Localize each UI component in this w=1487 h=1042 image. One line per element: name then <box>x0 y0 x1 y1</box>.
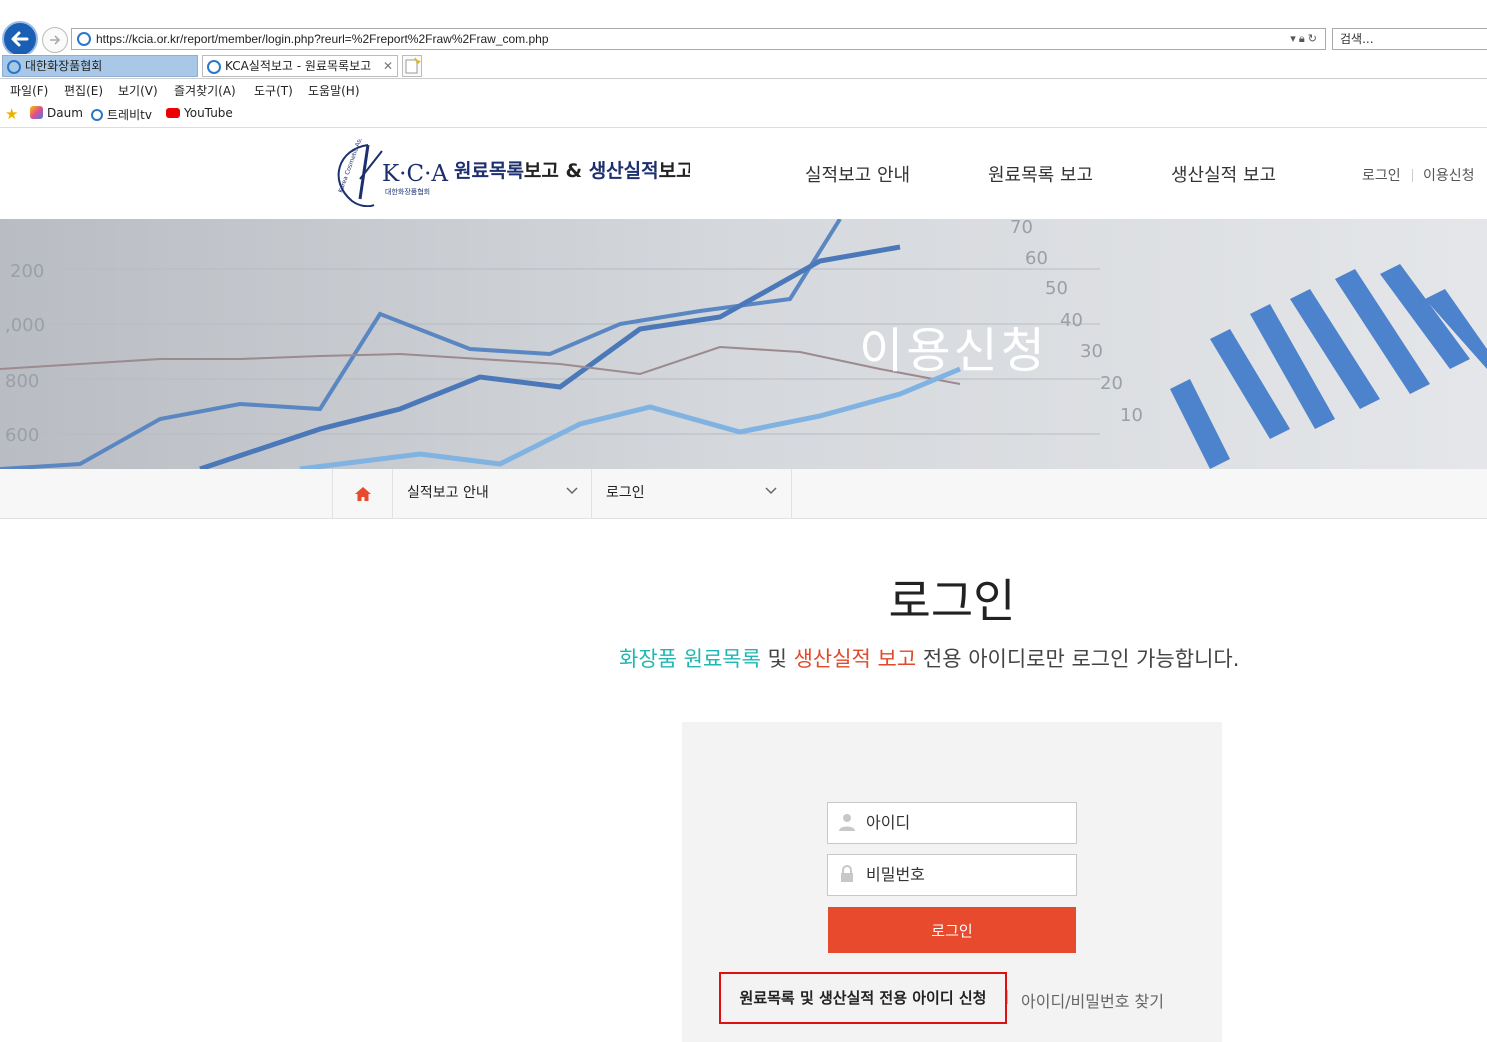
ie-icon <box>91 109 103 121</box>
fav-trebitv[interactable]: 트레비tv <box>91 106 152 123</box>
ie-icon <box>7 60 21 74</box>
logo-title-4: 보고 <box>659 160 690 182</box>
tab-kca-report[interactable]: KCA실적보고 - 원료목록보고 ✕ <box>202 55 398 77</box>
menu-help[interactable]: 도움말(H) <box>308 82 360 99</box>
gnb-production-report[interactable]: 생산실적 보고 <box>1171 161 1276 187</box>
chevron-down-icon <box>765 487 777 495</box>
dropdown-icon[interactable]: ▾ <box>1290 33 1296 45</box>
util-login-link[interactable]: 로그인 <box>1362 165 1401 185</box>
menu-bar: 파일(F) 편집(E) 보기(V) 즐겨찾기(A) 도구(T) 도움말(H) <box>0 79 1487 101</box>
link-divider <box>1007 990 1008 1004</box>
login-button[interactable]: 로그인 <box>828 907 1076 953</box>
util-signup-link[interactable]: 이용신청 <box>1423 165 1475 185</box>
logo-title-2: 보고 & <box>524 160 589 182</box>
notice-highlight-production: 생산실적 보고 <box>793 647 917 671</box>
notice-text: 전용 아이디로만 로그인 가능합니다. <box>916 647 1240 671</box>
tab-strip: 대한화장품협회 KCA실적보고 - 원료목록보고 ✕ <box>0 54 1487 79</box>
password-input[interactable] <box>866 865 1066 884</box>
fav-label: 트레비tv <box>107 108 152 122</box>
breadcrumb-level2-label: 로그인 <box>606 485 645 501</box>
site-header: Korea Cosmetic Association K·C·A 대한화장품협회… <box>0 113 1487 219</box>
favorites-bar: ★ Daum 트레비tv YouTube <box>0 102 1487 128</box>
notice-highlight-raw: 화장품 원료목록 <box>619 647 761 671</box>
find-id-password-link[interactable]: 아이디/비밀번호 찾기 <box>1021 988 1164 1012</box>
signup-link[interactable]: 원료목록 및 생산실적 전용 아이디 신청 <box>719 972 1007 1024</box>
notice-text: 및 <box>760 647 794 671</box>
breadcrumb-level1-label: 실적보고 안내 <box>407 485 489 501</box>
user-icon <box>839 814 855 831</box>
refresh-icon[interactable]: ↻ <box>1308 33 1317 45</box>
svg-text:600: 600 <box>5 425 39 446</box>
arrow-right-icon <box>50 35 61 45</box>
id-input[interactable] <box>866 813 1066 832</box>
lock-icon <box>841 865 853 882</box>
login-notice: 화장품 원료목록 및 생산실적 보고 전용 아이디로만 로그인 가능합니다. <box>619 643 1239 673</box>
svg-text:200: 200 <box>10 261 44 282</box>
hero-title: 이용신청 <box>859 323 1048 379</box>
menu-edit[interactable]: 편집(E) <box>64 82 103 99</box>
page-title: 로그인 <box>888 574 1016 628</box>
lock-icon: 🔒︎ <box>1298 33 1305 45</box>
menu-favorites[interactable]: 즐겨찾기(A) <box>174 82 236 99</box>
daum-icon <box>30 106 43 119</box>
address-bar[interactable]: https://kcia.or.kr/report/member/login.p… <box>71 28 1326 50</box>
forward-button[interactable] <box>42 27 68 53</box>
fav-daum[interactable]: Daum <box>30 106 83 120</box>
breadcrumb-level2-dropdown[interactable]: 로그인 <box>591 469 792 518</box>
menu-file[interactable]: 파일(F) <box>10 82 48 99</box>
site-logo[interactable]: Korea Cosmetic Association K·C·A 대한화장품협회… <box>330 113 694 208</box>
address-controls[interactable]: ▾ 🔒︎ ↻ <box>1290 29 1317 49</box>
new-tab-button[interactable] <box>402 55 422 77</box>
breadcrumb: 실적보고 안내 로그인 <box>0 469 1487 519</box>
arrow-left-icon <box>11 31 29 47</box>
svg-text:원료목록보고 & 생산실적보고: 원료목록보고 & 생산실적보고 <box>454 160 690 182</box>
new-tab-icon <box>405 57 421 74</box>
back-button[interactable] <box>2 21 38 57</box>
fav-youtube[interactable]: YouTube <box>166 106 233 120</box>
home-icon <box>355 487 371 501</box>
youtube-icon <box>166 108 180 118</box>
search-input[interactable]: 검색... <box>1332 28 1487 50</box>
logo-title-1: 원료목록 <box>454 160 524 182</box>
ie-icon <box>77 32 91 46</box>
password-field[interactable] <box>827 854 1077 896</box>
browser-chrome: https://kcia.or.kr/report/member/login.p… <box>0 0 1487 128</box>
hero-banner: 200,000 800 600 70 60 50 40 30 20 10 이용신청 <box>0 219 1487 469</box>
logo-sub: 대한화장품협회 <box>385 187 430 196</box>
logo-mark: K·C·A <box>382 161 448 187</box>
fav-label: YouTube <box>184 106 233 120</box>
address-url[interactable]: https://kcia.or.kr/report/member/login.p… <box>96 29 549 49</box>
kca-logo-icon: Korea Cosmetic Association K·C·A 대한화장품협회… <box>337 113 694 208</box>
star-icon[interactable]: ★ <box>5 105 18 123</box>
svg-text:70: 70 <box>1010 219 1033 238</box>
chevron-down-icon <box>566 487 578 495</box>
tab-label: KCA실적보고 - 원료목록보고 <box>225 59 372 73</box>
fav-label: Daum <box>47 106 83 120</box>
gnb-report-guide[interactable]: 실적보고 안내 <box>805 161 910 187</box>
breadcrumb-home[interactable] <box>332 469 392 518</box>
close-tab-icon[interactable]: ✕ <box>383 56 393 77</box>
menu-tools[interactable]: 도구(T) <box>254 82 293 99</box>
svg-text:60: 60 <box>1025 248 1048 269</box>
menu-view[interactable]: 보기(V) <box>118 82 158 99</box>
id-field[interactable] <box>827 802 1077 844</box>
tab-kcia-home[interactable]: 대한화장품협회 <box>2 55 198 77</box>
util-divider <box>1412 169 1413 182</box>
gnb-raw-material-report[interactable]: 원료목록 보고 <box>988 161 1093 187</box>
tab-label: 대한화장품협회 <box>25 59 103 73</box>
breadcrumb-level1-dropdown[interactable]: 실적보고 안내 <box>392 469 592 518</box>
ie-icon <box>207 60 221 74</box>
svg-text:50: 50 <box>1045 278 1068 299</box>
logo-title-3: 생산실적 <box>589 160 659 182</box>
login-form: 로그인 원료목록 및 생산실적 전용 아이디 신청 아이디/비밀번호 찾기 <box>682 722 1222 1042</box>
svg-text:10: 10 <box>1120 405 1143 426</box>
